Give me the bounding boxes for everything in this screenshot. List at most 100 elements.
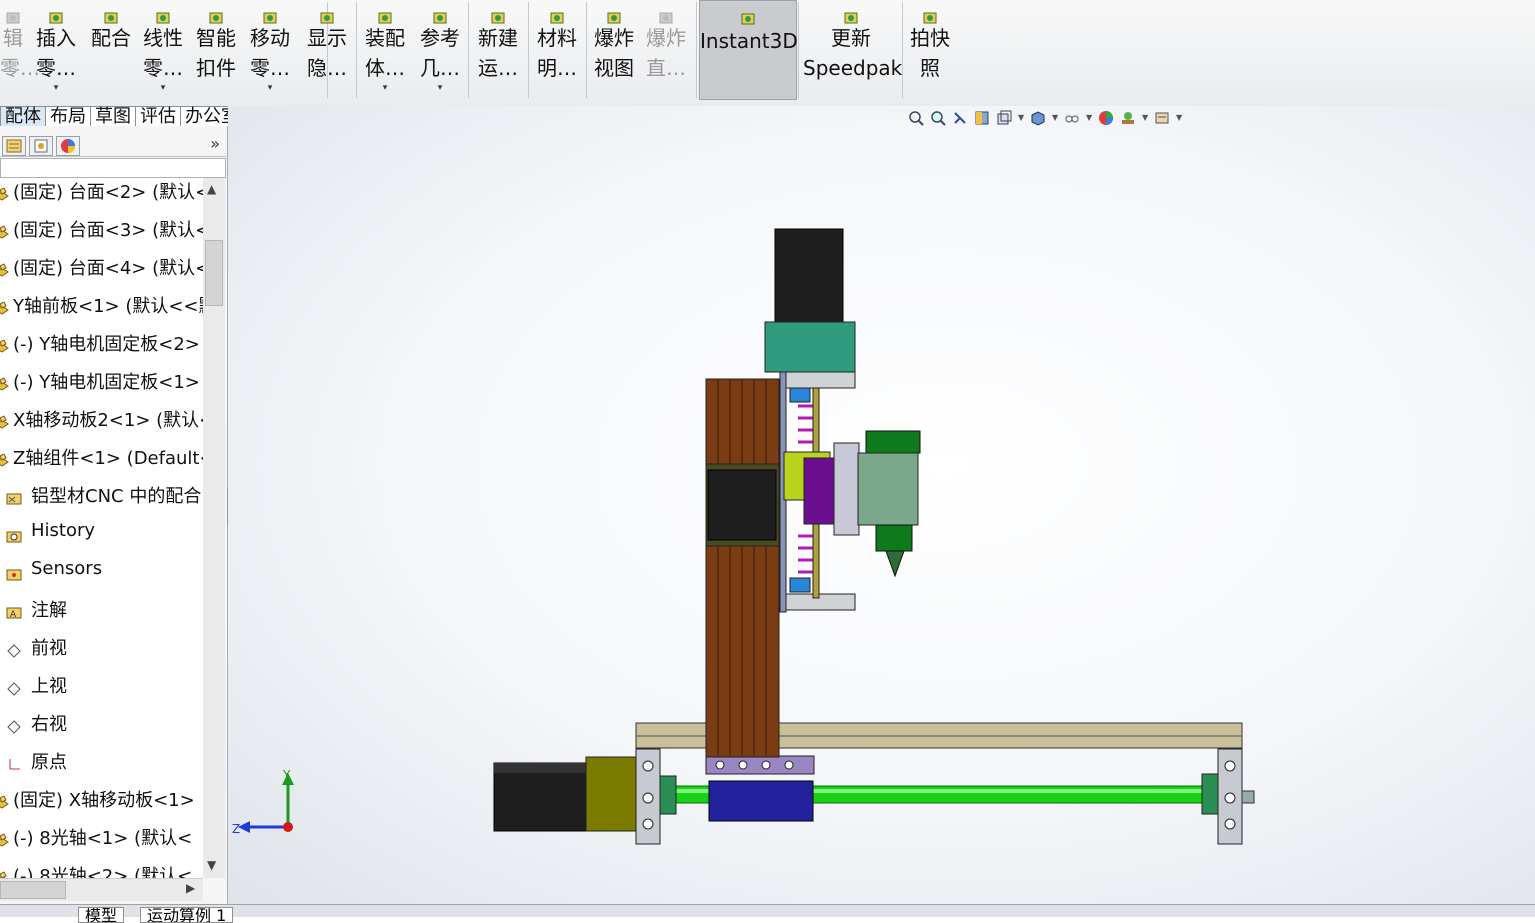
toolbar-button-4[interactable]: 智能 扣件	[191, 0, 241, 100]
bottom-tab-strip: 模型 运动算例 1	[0, 904, 1535, 923]
toolbar-button-12[interactable]: 爆炸 直…	[641, 0, 691, 100]
sensor-icon	[6, 566, 22, 582]
part-icon	[0, 832, 10, 848]
toolbar-button-label-2: 体…	[365, 56, 405, 80]
toolbar-button-9[interactable]: 新建 运…	[470, 0, 526, 100]
toolbar-button-label: 参考	[420, 26, 460, 50]
toolbar-command-icon	[549, 5, 565, 24]
z-stepper-motor[interactable]	[774, 228, 844, 323]
feature-tree-tab-icon[interactable]	[2, 136, 26, 156]
annotation-icon: A	[6, 604, 22, 620]
toolbar-command-icon	[606, 5, 622, 24]
tree-item-label: History	[31, 520, 96, 541]
part-icon	[0, 870, 10, 878]
toolbar-button-1[interactable]: 插入 零… ▾	[30, 0, 82, 100]
x-stepper-motor[interactable]	[493, 762, 587, 832]
toolbar-button-14[interactable]: 更新 Speedpak	[803, 0, 903, 100]
toolbar-command-icon	[377, 5, 393, 24]
toolbar-button-label-2: 明…	[537, 56, 577, 80]
dropdown-arrow-icon[interactable]: ▾	[414, 83, 466, 93]
toolbar-button-7[interactable]: 装配体… ▾	[359, 0, 411, 100]
command-tab-3[interactable]: 评估	[135, 106, 181, 126]
panel-expand-icon[interactable]: »	[210, 134, 220, 153]
triad-y-label: Y	[282, 768, 291, 782]
toolbar-button-label-2: 照	[920, 56, 940, 80]
tree-vertical-scrollbar[interactable]: ▲ ▼	[203, 178, 225, 878]
tree-item-label: (-) 8光轴<1> (默认<	[13, 828, 193, 849]
tree-item-label: 上视	[31, 676, 67, 697]
toolbar-command-icon	[48, 5, 64, 24]
hscroll-thumb[interactable]	[0, 881, 66, 899]
tree-item-label: (-) Y轴电机固定板<1> (	[13, 372, 203, 393]
toolbar-button-8[interactable]: 参考几… ▾	[414, 0, 466, 100]
scroll-down-icon[interactable]: ▼	[207, 858, 216, 872]
dropdown-arrow-icon[interactable]: ▾	[359, 83, 411, 93]
toolbar-button-3[interactable]: 线性 零… ▾	[137, 0, 189, 100]
part-icon	[0, 262, 10, 278]
tree-filter-input[interactable]	[0, 158, 226, 178]
toolbar-separator	[468, 2, 469, 98]
toolbar-button-0[interactable]: 辑零…	[0, 0, 40, 100]
part-icon	[0, 414, 10, 430]
tree-horizontal-scrollbar[interactable]: ▶	[0, 878, 203, 901]
part-icon	[0, 452, 10, 468]
toolbar-button-label: Instant3D	[700, 29, 798, 53]
spindle-motor[interactable]	[865, 430, 921, 454]
tree-item-label: 前视	[31, 638, 67, 659]
tree-item-label: (-) 8光轴<2> (默认<	[13, 866, 193, 878]
bottom-tab-1[interactable]: 运动算例 1	[140, 907, 234, 923]
scroll-thumb[interactable]	[205, 240, 223, 306]
toolbar-button-label-2: 隐…	[307, 56, 347, 80]
tree-item-label: (-) Y轴电机固定板<2> (	[13, 334, 203, 355]
command-tab-1[interactable]: 布局	[45, 106, 91, 126]
tree-item-label: (固定) 台面<2> (默认<	[13, 182, 203, 203]
toolbar-button-2[interactable]: 配合	[86, 0, 136, 100]
toolbar-separator	[798, 2, 799, 98]
triad-z-label: Z	[232, 822, 240, 836]
axis-triad: Y Z	[232, 768, 294, 836]
tree-item-label: (固定) 台面<3> (默认<	[13, 220, 203, 241]
toolbar-button-label-2: Speedpak	[803, 56, 903, 80]
command-tab-2[interactable]: 草图	[90, 106, 136, 126]
tree-item-label: (固定) 台面<4> (默认<	[13, 258, 203, 279]
toolbar-button-label-2: 几…	[420, 56, 460, 80]
display-manager-tab-icon[interactable]	[56, 136, 80, 156]
toolbar-button-label: 更新	[831, 26, 871, 50]
toolbar-button-label: 拍快	[910, 26, 950, 50]
dropdown-arrow-icon[interactable]: ▾	[30, 83, 82, 93]
toolbar-button-label: 装配	[365, 26, 405, 50]
scroll-up-icon[interactable]: ▲	[207, 182, 216, 196]
plane-icon	[6, 680, 22, 696]
toolbar-button-6[interactable]: 显示 隐…	[300, 0, 354, 100]
command-tab-0[interactable]: 配体	[0, 106, 46, 126]
toolbar-button-label: 插入	[36, 26, 76, 50]
tree-item-label: (固定) X轴移动板<1>	[13, 790, 195, 811]
toolbar-button-15[interactable]: 拍快照	[905, 0, 955, 100]
cnc-assembly-model[interactable]	[228, 106, 1535, 904]
toolbar-button-11[interactable]: 爆炸 视图	[588, 0, 640, 100]
tree-item-label: 注解	[31, 600, 67, 621]
bottom-tab-0[interactable]: 模型	[78, 907, 125, 923]
toolbar-separator	[696, 2, 697, 98]
toolbar-command-icon	[658, 5, 674, 24]
toolbar-button-label-2: 视图	[594, 56, 634, 80]
property-manager-tab-icon[interactable]	[29, 136, 53, 156]
dropdown-arrow-icon[interactable]: ▾	[137, 83, 189, 93]
toolbar-separator	[902, 2, 903, 98]
dropdown-arrow-icon[interactable]: ▾	[244, 83, 296, 93]
toolbar-command-icon	[319, 5, 335, 24]
tree-item-label: X轴移动板2<1> (默认<	[13, 410, 203, 431]
mates-folder-icon	[6, 490, 22, 506]
toolbar-button-label: 新建	[478, 26, 518, 50]
toolbar-button-5[interactable]: 移动 零… ▾	[244, 0, 296, 100]
toolbar-button-label: 移动	[250, 26, 290, 50]
toolbar-button-label-2: 零…	[143, 56, 183, 80]
x-carriage[interactable]	[708, 780, 814, 822]
plane-icon	[6, 642, 22, 658]
toolbar-button-13[interactable]: Instant3D	[699, 0, 798, 100]
scroll-right-icon[interactable]: ▶	[186, 881, 195, 895]
toolbar-command-icon	[155, 5, 171, 24]
toolbar-separator	[586, 2, 587, 98]
toolbar-button-label: 材料	[537, 26, 577, 50]
toolbar-button-10[interactable]: 材料明…	[530, 0, 584, 100]
